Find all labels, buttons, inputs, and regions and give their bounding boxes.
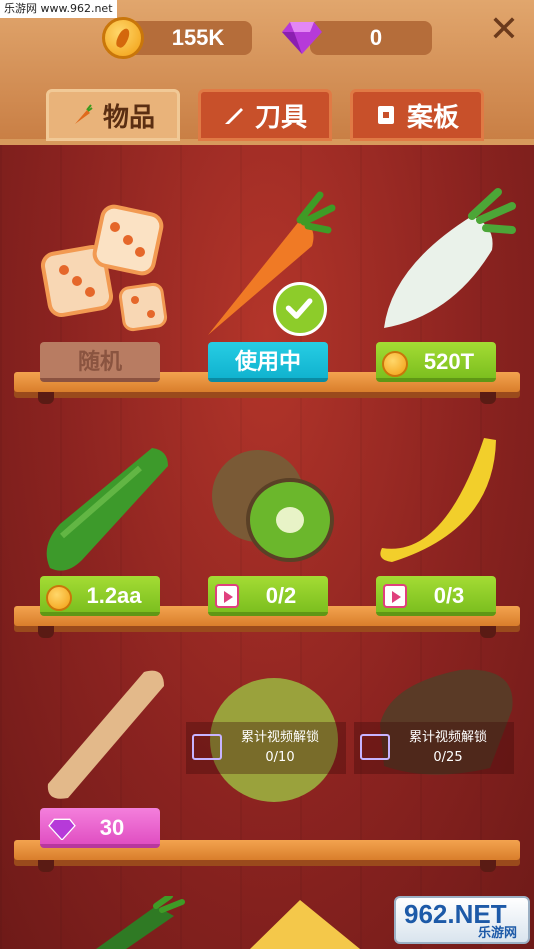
gem-icon: [48, 818, 76, 840]
button-label: 1.2aa: [86, 583, 142, 608]
random-button[interactable]: 随机: [40, 342, 160, 382]
button-label: 0/2: [265, 583, 297, 608]
tab-knives[interactable]: 刀具: [198, 89, 332, 141]
radish-image: [384, 188, 516, 328]
watermark: 乐游网 www.962.net: [0, 0, 117, 18]
check-badge: [273, 282, 327, 336]
gem-icon: [282, 22, 322, 54]
in-use-button[interactable]: 使用中: [208, 342, 328, 382]
shelf-peg: [38, 392, 54, 404]
gem-count: 0: [369, 25, 383, 50]
coin-icon: [46, 585, 72, 611]
button-label: 30: [99, 815, 125, 840]
buy-radish-button[interactable]: 520T: [376, 342, 496, 382]
shelf-peg: [38, 860, 54, 872]
dice-image: [40, 204, 168, 332]
shelf-peg: [480, 860, 496, 872]
close-icon: ✕: [488, 9, 520, 50]
tab-label: 案板: [406, 102, 459, 133]
button-label: 0/3: [433, 583, 465, 608]
tab-label: 刀具: [254, 102, 307, 133]
lock-text: 累计视频解锁: [408, 730, 487, 745]
shelf-peg: [38, 626, 54, 638]
board-icon: [377, 106, 394, 124]
lock-overlay-melon: 累计视频解锁 0/10: [186, 722, 346, 774]
buy-bread-stick-button[interactable]: 30: [40, 808, 160, 848]
watch-video-banana-button[interactable]: 0/3: [376, 576, 496, 616]
shelf-peg: [480, 392, 496, 404]
bread-stick-image: [47, 670, 165, 799]
badge-small-text: 乐游网: [478, 926, 518, 941]
gem-counter: 0: [310, 21, 432, 55]
tab-items[interactable]: 物品: [46, 89, 180, 141]
shelf-peg: [480, 626, 496, 638]
item-peek-left: [96, 896, 185, 949]
buy-cucumber-button[interactable]: 1.2aa: [40, 576, 160, 616]
cucumber-image: [46, 448, 168, 571]
coin-count: 155K: [171, 25, 225, 50]
video-icon: [383, 584, 407, 608]
button-label: 使用中: [234, 349, 301, 374]
carrot-icon: [74, 104, 93, 124]
kiwi-image: [212, 450, 334, 562]
clapperboard-icon: [360, 734, 390, 760]
coin-icon: [382, 351, 408, 377]
lock-progress: 0/25: [433, 750, 463, 765]
knife-icon: [224, 108, 243, 124]
tab-label: 物品: [102, 102, 155, 133]
button-label: 随机: [77, 349, 122, 374]
check-icon: [285, 298, 313, 319]
lock-overlay-bread: 累计视频解锁 0/25: [354, 722, 514, 774]
tab-boards[interactable]: 案板: [350, 89, 484, 141]
top-bar: 乐游网 www.962.net 155K 0 ✕ 物品 刀具 案板: [0, 0, 534, 145]
site-badge: 962.NET 乐游网: [394, 896, 530, 944]
clapperboard-icon: [192, 734, 222, 760]
lock-progress: 0/10: [265, 750, 295, 765]
close-button[interactable]: ✕: [486, 12, 522, 48]
coin-icon: [102, 17, 144, 59]
button-label: 520T: [423, 349, 475, 374]
lock-text: 累计视频解锁: [240, 730, 319, 745]
video-icon: [215, 584, 239, 608]
banana-image: [380, 438, 496, 562]
watch-video-kiwi-button[interactable]: 0/2: [208, 576, 328, 616]
cheese-image: [250, 900, 360, 949]
